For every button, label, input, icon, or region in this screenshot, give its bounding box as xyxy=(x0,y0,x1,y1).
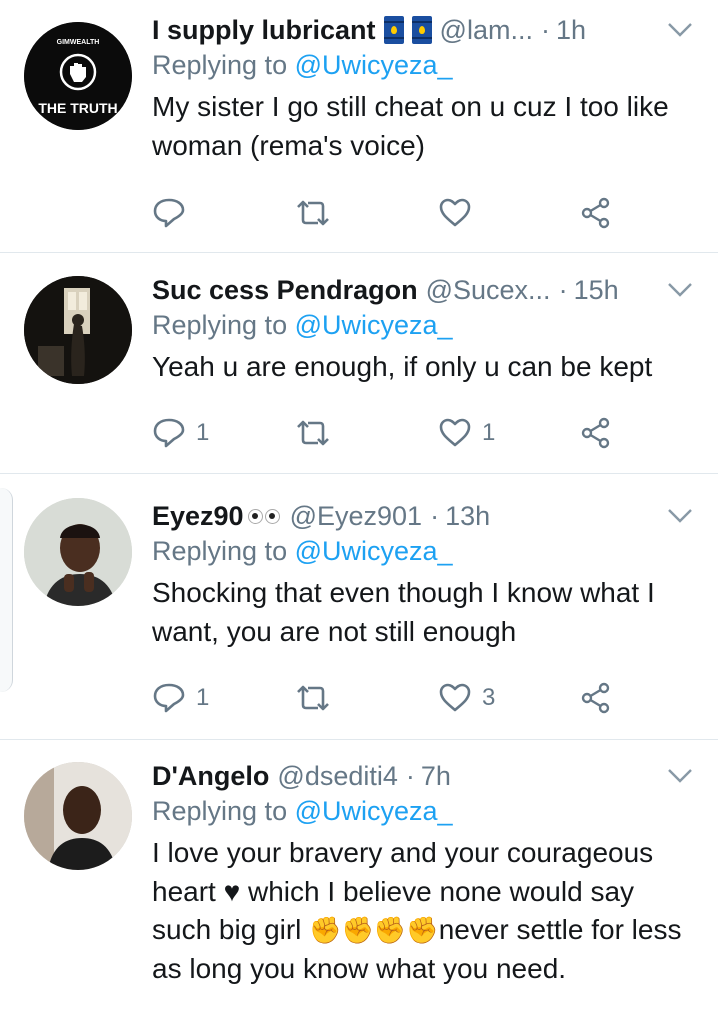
replying-to-label: Replying to xyxy=(152,536,288,566)
retweet-icon xyxy=(297,420,329,446)
chevron-down-icon[interactable] xyxy=(666,506,694,526)
tweet-actions: 1 1 xyxy=(152,413,672,453)
reply-icon xyxy=(153,198,185,228)
retweet-button[interactable] xyxy=(294,413,332,453)
replying-to-label: Replying to xyxy=(152,796,288,826)
avatar[interactable] xyxy=(24,276,132,384)
chevron-down-icon[interactable] xyxy=(666,280,694,300)
reply-button[interactable] xyxy=(152,193,186,233)
like-count: 3 xyxy=(482,684,496,711)
tweet-text: I love your bravery and your courageous … xyxy=(152,834,692,988)
like-count: 1 xyxy=(482,419,496,446)
user-handle[interactable]: @lam... xyxy=(440,15,533,46)
replying-to-label: Replying to xyxy=(152,50,288,80)
heart-icon xyxy=(439,683,471,712)
retweet-button[interactable] xyxy=(294,193,332,233)
separator-dot: · xyxy=(430,500,440,531)
replying-to: Replying to @Uwicyeza_ xyxy=(152,310,453,341)
reply-count: 1 xyxy=(196,684,210,711)
tweet-3[interactable]: Eyez90 @Eyez901 · 13h Replying to @Uwicy… xyxy=(0,496,718,716)
separator-dot: · xyxy=(405,760,415,791)
like-button[interactable] xyxy=(438,193,472,233)
timestamp[interactable]: 15h xyxy=(574,275,619,306)
reply-count: 1 xyxy=(196,419,210,446)
reply-icon xyxy=(153,418,185,448)
fist-logo-icon: GIMWEALTH THE TRUTH xyxy=(24,22,132,130)
display-name[interactable]: D'Angelo xyxy=(152,761,269,792)
tweet-1[interactable]: GIMWEALTH THE TRUTH I supply lubricant @… xyxy=(0,10,718,250)
mention-link[interactable]: @Uwicyeza_ xyxy=(295,536,453,566)
user-handle[interactable]: @Sucex... xyxy=(426,275,551,306)
tweet-header: D'Angelo @dsediti4 · 7h xyxy=(152,756,451,796)
mention-link[interactable]: @Uwicyeza_ xyxy=(295,310,453,340)
share-button[interactable] xyxy=(580,193,612,233)
divider xyxy=(0,473,718,474)
avatar-photo-icon xyxy=(24,762,132,870)
avatar[interactable]: GIMWEALTH THE TRUTH xyxy=(24,22,132,130)
mention-link[interactable]: @Uwicyeza_ xyxy=(295,50,453,80)
user-handle[interactable]: @Eyez901 xyxy=(290,501,422,532)
avatar-photo-icon xyxy=(24,276,132,384)
display-name[interactable]: Eyez90 xyxy=(152,501,244,532)
share-button[interactable] xyxy=(580,678,612,718)
divider xyxy=(0,739,718,740)
mention-link[interactable]: @Uwicyeza_ xyxy=(295,796,453,826)
avatar[interactable] xyxy=(24,498,132,606)
tweet-actions xyxy=(152,193,672,233)
avatar-top-text: GIMWEALTH xyxy=(57,39,100,46)
retweet-button[interactable] xyxy=(294,678,332,718)
retweet-icon xyxy=(297,200,329,226)
display-name[interactable]: Suc cess Pendragon xyxy=(152,275,418,306)
share-icon xyxy=(581,197,610,229)
user-handle[interactable]: @dsediti4 xyxy=(277,761,397,792)
avatar-photo-icon xyxy=(24,498,132,606)
reply-button[interactable]: 1 xyxy=(152,413,209,453)
chevron-down-icon[interactable] xyxy=(666,20,694,40)
timestamp[interactable]: 7h xyxy=(421,761,451,792)
share-button[interactable] xyxy=(580,413,612,453)
reply-button[interactable]: 1 xyxy=(152,678,209,718)
raised-fist-emoji: ✊✊✊✊ xyxy=(309,915,439,945)
oil-barrel-emoji xyxy=(383,16,404,44)
heart-icon xyxy=(439,198,471,227)
eyes-emoji xyxy=(247,508,282,524)
reply-icon xyxy=(153,683,185,713)
timestamp[interactable]: 13h xyxy=(445,501,490,532)
display-name[interactable]: I supply lubricant xyxy=(152,15,376,46)
like-button[interactable]: 3 xyxy=(438,678,495,718)
timestamp[interactable]: 1h xyxy=(556,15,586,46)
tweet-2[interactable]: Suc cess Pendragon @Sucex... · 15h Reply… xyxy=(0,270,718,470)
like-button[interactable]: 1 xyxy=(438,413,495,453)
share-icon xyxy=(581,417,610,449)
tweet-actions: 1 3 xyxy=(152,678,672,718)
tweet-header: Eyez90 @Eyez901 · 13h xyxy=(152,496,490,536)
replying-to: Replying to @Uwicyeza_ xyxy=(152,536,453,567)
tweet-text: Shocking that even though I know what I … xyxy=(152,577,655,647)
replying-to: Replying to @Uwicyeza_ xyxy=(152,50,453,81)
share-icon xyxy=(581,682,610,714)
tweet-header: Suc cess Pendragon @Sucex... · 15h xyxy=(152,270,619,310)
heart-icon xyxy=(439,418,471,447)
avatar-bottom-text: THE TRUTH xyxy=(38,100,117,116)
replying-to: Replying to @Uwicyeza_ xyxy=(152,796,453,827)
heart-emoji: ♥ xyxy=(223,875,241,907)
replying-to-label: Replying to xyxy=(152,310,288,340)
separator-dot: · xyxy=(558,274,568,305)
tweet-4[interactable]: D'Angelo @dsediti4 · 7h Replying to @Uwi… xyxy=(0,756,718,1018)
tweet-text: My sister I go still cheat on u cuz I to… xyxy=(152,91,669,161)
separator-dot: · xyxy=(540,14,550,45)
chevron-down-icon[interactable] xyxy=(666,766,694,786)
tweet-header: I supply lubricant @lam... · 1h xyxy=(152,10,586,50)
divider xyxy=(0,252,718,253)
retweet-icon xyxy=(297,685,329,711)
tweet-text: Yeah u are enough, if only u can be kept xyxy=(152,351,653,382)
oil-barrel-emoji xyxy=(411,16,432,44)
avatar[interactable] xyxy=(24,762,132,870)
